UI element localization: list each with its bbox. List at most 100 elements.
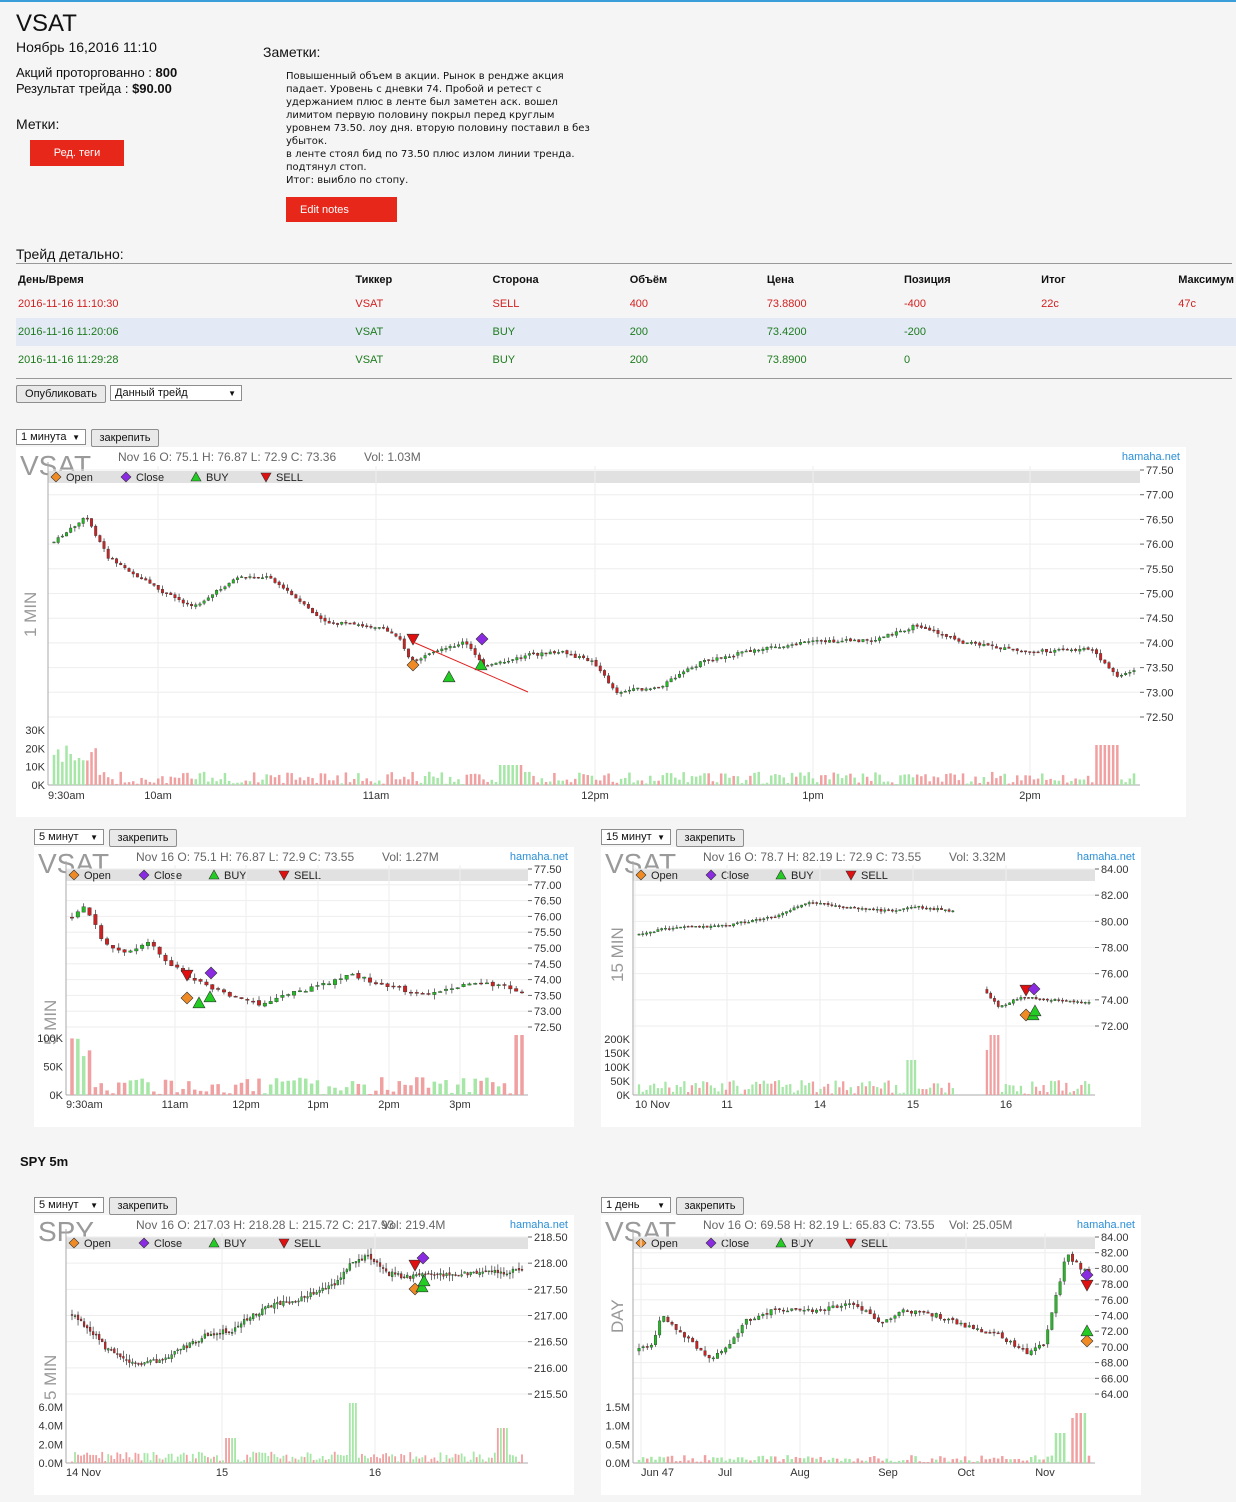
interval-select-day[interactable]: 1 день ▼ (601, 1197, 671, 1213)
volume-bar (972, 1461, 975, 1463)
volume-bar (448, 1458, 451, 1463)
candle-body (740, 1325, 744, 1334)
volume-bar (234, 1438, 236, 1463)
volume-bar (158, 1458, 161, 1463)
volume-bar (117, 1082, 121, 1095)
scope-select[interactable]: Данный трейд ▼ (110, 385, 242, 401)
volume-bar (1046, 1456, 1049, 1463)
candle-body (348, 622, 352, 625)
candle-body (477, 654, 481, 661)
chart-ohlc-info: Nov 16 O: 75.1 H: 76.87 L: 72.9 C: 73.55 (136, 850, 354, 864)
candle-body (882, 636, 886, 639)
candle-body (248, 576, 252, 578)
volume-bar (204, 1091, 209, 1095)
volume-bar (687, 1460, 690, 1463)
table-row[interactable]: 2016-11-16 11:29:28 VSAT BUY 200 73.8900… (16, 346, 1236, 374)
volume-bar (917, 1088, 920, 1095)
candle-body (953, 635, 957, 640)
candle-body (192, 978, 197, 981)
volume-bar (836, 773, 840, 785)
chart-canvas[interactable]: VSAT Nov 16 O: 78.7 H: 82.19 L: 72.9 C: 7… (601, 847, 1141, 1127)
candle-body (1015, 648, 1019, 651)
candle-body (951, 1317, 955, 1321)
volume-tick-label: 0K (617, 1090, 631, 1102)
volume-bar (1004, 1083, 1007, 1095)
volume-bar (1045, 779, 1048, 785)
chart-vsat-1min[interactable]: VSAT Nov 16 O: 75.1 H: 76.87 L: 72.9 C: 7… (16, 447, 1186, 817)
volume-bar (194, 779, 198, 785)
interval-select-5min[interactable]: 5 минут ▼ (34, 829, 104, 845)
volume-bar (127, 782, 131, 785)
volume-bar (668, 1087, 671, 1095)
candle-body (81, 518, 85, 524)
x-tick-label: Sep (878, 1467, 898, 1479)
candle-body (438, 991, 443, 993)
pin-button[interactable]: закрепить (109, 1197, 177, 1215)
volume-bar (786, 782, 790, 785)
volume-bar (102, 772, 106, 785)
candle-body (323, 617, 327, 622)
volume-bar (823, 1086, 826, 1095)
chart-vsat-day[interactable]: VSAT Nov 16 O: 69.58 H: 82.19 L: 65.83 C:… (601, 1215, 1141, 1495)
x-tick-label: 9:30am (48, 790, 85, 802)
candle-body (143, 1362, 146, 1365)
pin-button[interactable]: закрепить (676, 1197, 744, 1215)
volume-bar (1034, 1086, 1038, 1095)
candle-body (436, 1273, 439, 1276)
table-row[interactable]: 2016-11-16 11:20:06 VSAT BUY 200 73.4200… (16, 318, 1236, 346)
candle-body (781, 912, 785, 916)
candle-body (502, 984, 507, 986)
pin-button[interactable]: закрепить (91, 429, 159, 447)
candle-body (385, 983, 390, 987)
pin-button[interactable]: закрепить (109, 829, 177, 847)
chart-canvas[interactable]: VSAT Nov 16 O: 75.1 H: 76.87 L: 72.9 C: 7… (16, 447, 1186, 817)
volume-tick-label: 100K (37, 1033, 63, 1045)
table-header-row: День/Время Тиккер Сторона Объём Цена Поз… (16, 270, 1236, 290)
chart-spy-5min[interactable]: SPY Nov 16 O: 217.03 H: 218.28 L: 215.72 … (34, 1215, 574, 1495)
candle-body (815, 1309, 818, 1313)
volume-bar (175, 1092, 179, 1095)
candle-body (93, 914, 98, 925)
candle-body (686, 926, 690, 928)
publish-button[interactable]: Опубликовать (16, 385, 106, 403)
candle-body (106, 548, 110, 559)
candle-body (264, 1306, 267, 1310)
candle-body (632, 688, 636, 691)
volume-bar (732, 1459, 736, 1463)
candle-body (115, 558, 118, 564)
candle-body (770, 916, 773, 919)
chart-vsat-15min[interactable]: VSAT Nov 16 O: 78.7 H: 82.19 L: 72.9 C: 7… (601, 847, 1141, 1127)
candle-body (107, 1348, 110, 1351)
chart-volume-info: Vol: 25.05M (949, 1218, 1012, 1232)
candle-body (1120, 674, 1123, 677)
candle-body (261, 577, 264, 579)
candle-body (397, 986, 402, 988)
volume-bar (277, 774, 281, 785)
volume-bar (136, 783, 139, 785)
candle-body (467, 983, 472, 986)
volume-bar (161, 1459, 164, 1463)
edit-tags-button[interactable]: Ред. теги (30, 140, 124, 166)
chart-canvas[interactable]: VSAT Nov 16 O: 69.58 H: 82.19 L: 65.83 C:… (601, 1215, 1141, 1495)
candle-body (1021, 1348, 1025, 1350)
chart-canvas[interactable]: VSAT Nov 16 O: 75.1 H: 76.87 L: 72.9 C: 7… (34, 847, 574, 1127)
edit-notes-button[interactable]: Edit notes (286, 197, 397, 222)
volume-bar (544, 782, 548, 785)
pin-button[interactable]: закрепить (676, 829, 744, 847)
candle-body (403, 985, 408, 993)
candle-body (897, 1312, 901, 1316)
interval-select-1min[interactable]: 1 минута ▼ (16, 429, 86, 445)
chart-canvas[interactable]: SPY Nov 16 O: 217.03 H: 218.28 L: 215.72 … (34, 1215, 574, 1495)
table-row[interactable]: 2016-11-16 11:10:30 VSAT SELL 400 73.880… (16, 290, 1236, 318)
volume-bar (1084, 1081, 1087, 1095)
cell-position: 0 (903, 354, 911, 366)
y-tick-label: 78.00 (1101, 1279, 1129, 1291)
candle-body (286, 994, 291, 996)
interval-select-spy-5min[interactable]: 5 минут ▼ (34, 1197, 104, 1213)
interval-select-15min[interactable]: 15 минут ▼ (601, 829, 671, 845)
candle-body (838, 905, 841, 907)
chart-vsat-5min[interactable]: VSAT Nov 16 O: 75.1 H: 76.87 L: 72.9 C: 7… (34, 847, 574, 1127)
candle-body (932, 629, 936, 632)
candle-body (200, 1338, 203, 1343)
candle-body (743, 921, 747, 924)
